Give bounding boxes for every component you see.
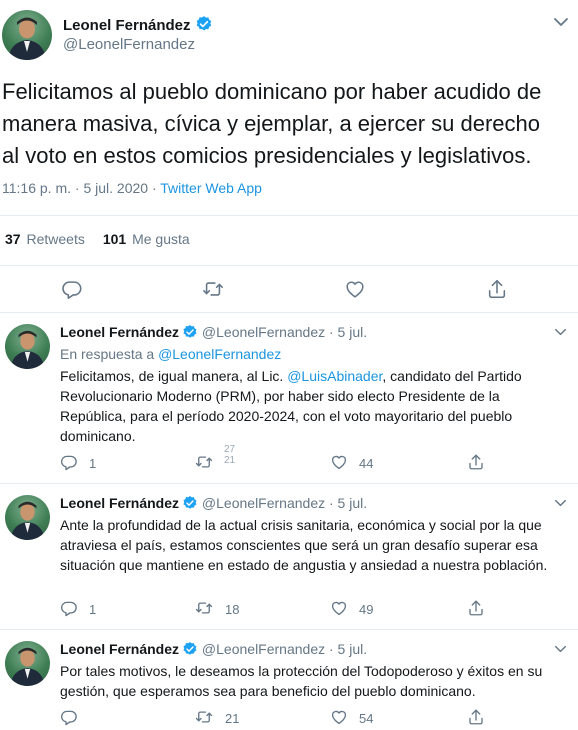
reply-date[interactable]: · 5 jul.: [329, 641, 367, 657]
text-segment: Felicitamos, de igual manera, al Lic.: [60, 368, 288, 384]
reply-icon[interactable]: [61, 278, 83, 300]
author-name[interactable]: Leonel Fernández: [60, 324, 179, 340]
share-icon[interactable]: [467, 453, 485, 471]
like-icon[interactable]: [330, 599, 348, 617]
tweet-stats: 37 Retweets 101 Me gusta: [5, 231, 190, 247]
mention-link[interactable]: @LuisAbinader: [287, 368, 382, 384]
share-icon[interactable]: [486, 278, 508, 300]
retweet-icon[interactable]: [202, 278, 224, 300]
in-reply-to: En respuesta a @LeonelFernandez: [60, 346, 281, 362]
tweet-text: Felicitamos al pueblo dominicano por hab…: [2, 79, 542, 168]
likes-stat[interactable]: 101 Me gusta: [103, 231, 190, 247]
like-count: 54: [359, 711, 374, 726]
in-reply-handle-link[interactable]: @LeonelFernandez: [158, 346, 281, 362]
avatar[interactable]: [5, 641, 50, 686]
main-tweet: Leonel Fernández @LeonelFernandez Felici…: [0, 0, 578, 313]
reply-header: Leonel Fernández @LeonelFernandez · 5 ju…: [60, 324, 367, 340]
chevron-down-icon[interactable]: [554, 645, 567, 653]
tweet-meta: 11:16 p. m. · 5 jul. 2020 · Twitter Web …: [2, 180, 262, 196]
retweets-label: Retweets: [26, 231, 85, 247]
reply-icon[interactable]: [60, 453, 78, 471]
reply-text: Felicitamos, de igual manera, al Lic. @L…: [60, 366, 568, 446]
verified-badge-icon: [195, 15, 213, 33]
reply-header: Leonel Fernández @LeonelFernandez · 5 ju…: [60, 641, 367, 657]
retweets-stat[interactable]: 37 Retweets: [5, 231, 85, 247]
reply-count: 1: [89, 456, 97, 471]
reply-icon[interactable]: [60, 708, 78, 726]
in-reply-prefix: En respuesta a: [60, 346, 155, 362]
author-handle[interactable]: @LeonelFernandez: [63, 36, 195, 53]
chevron-down-icon[interactable]: [554, 499, 567, 507]
author-name-text: Leonel Fernández: [63, 17, 191, 34]
author-handle[interactable]: @LeonelFernandez: [202, 324, 325, 340]
retweet-count: 21: [225, 711, 240, 726]
reply-count: 1: [89, 602, 97, 617]
avatar[interactable]: [5, 324, 50, 369]
like-icon[interactable]: [330, 453, 348, 471]
reply-date[interactable]: · 5 jul.: [329, 324, 367, 340]
reply-tweet[interactable]: Leonel Fernández @LeonelFernandez · 5 ju…: [0, 630, 578, 730]
likes-count: 101: [102, 231, 127, 247]
retweet-count: 18: [225, 602, 240, 617]
author-name[interactable]: Leonel Fernández: [63, 15, 213, 34]
likes-label: Me gusta: [132, 231, 190, 247]
reply-header: Leonel Fernández @LeonelFernandez · 5 ju…: [60, 495, 367, 511]
like-count: 44: [359, 456, 374, 471]
retweet-icon[interactable]: [195, 708, 213, 726]
reply-tweet[interactable]: Leonel Fernández @LeonelFernandez · 5 ju…: [0, 484, 578, 630]
verified-badge-icon: [182, 641, 198, 657]
chevron-down-icon[interactable]: [553, 17, 569, 27]
chevron-down-icon[interactable]: [554, 328, 567, 336]
verified-badge-icon: [182, 324, 198, 340]
retweet-icon[interactable]: [195, 599, 213, 617]
share-icon[interactable]: [467, 708, 485, 726]
author-name[interactable]: Leonel Fernández: [60, 495, 179, 511]
retweet-icon[interactable]: [195, 453, 213, 471]
author-handle[interactable]: @LeonelFernandez: [202, 495, 325, 511]
tweet-timestamp[interactable]: 11:16 p. m. · 5 jul. 2020 ·: [2, 180, 157, 196]
like-icon[interactable]: [344, 278, 366, 300]
divider: [0, 265, 578, 266]
avatar[interactable]: [2, 10, 52, 60]
like-icon[interactable]: [330, 708, 348, 726]
reply-tweet[interactable]: Leonel Fernández @LeonelFernandez · 5 ju…: [0, 313, 578, 484]
reply-text: Por tales motivos, le deseamos la protec…: [60, 663, 543, 699]
author-handle[interactable]: @LeonelFernandez: [202, 641, 325, 657]
share-icon[interactable]: [467, 599, 485, 617]
retweet-count-old: 27: [224, 444, 236, 455]
reply-date[interactable]: · 5 jul.: [329, 495, 367, 511]
reply-text: Ante la profundidad de la actual crisis …: [60, 517, 548, 573]
avatar[interactable]: [5, 495, 50, 540]
retweets-count: 37: [5, 231, 21, 247]
reply-icon[interactable]: [60, 599, 78, 617]
tweet-source-link[interactable]: Twitter Web App: [160, 180, 262, 196]
author-name[interactable]: Leonel Fernández: [60, 641, 179, 657]
verified-badge-icon: [182, 495, 198, 511]
like-count: 49: [359, 602, 374, 617]
divider: [0, 215, 578, 216]
retweet-count-new: 21: [224, 455, 236, 466]
retweet-count-transition: 27 21: [224, 444, 235, 466]
